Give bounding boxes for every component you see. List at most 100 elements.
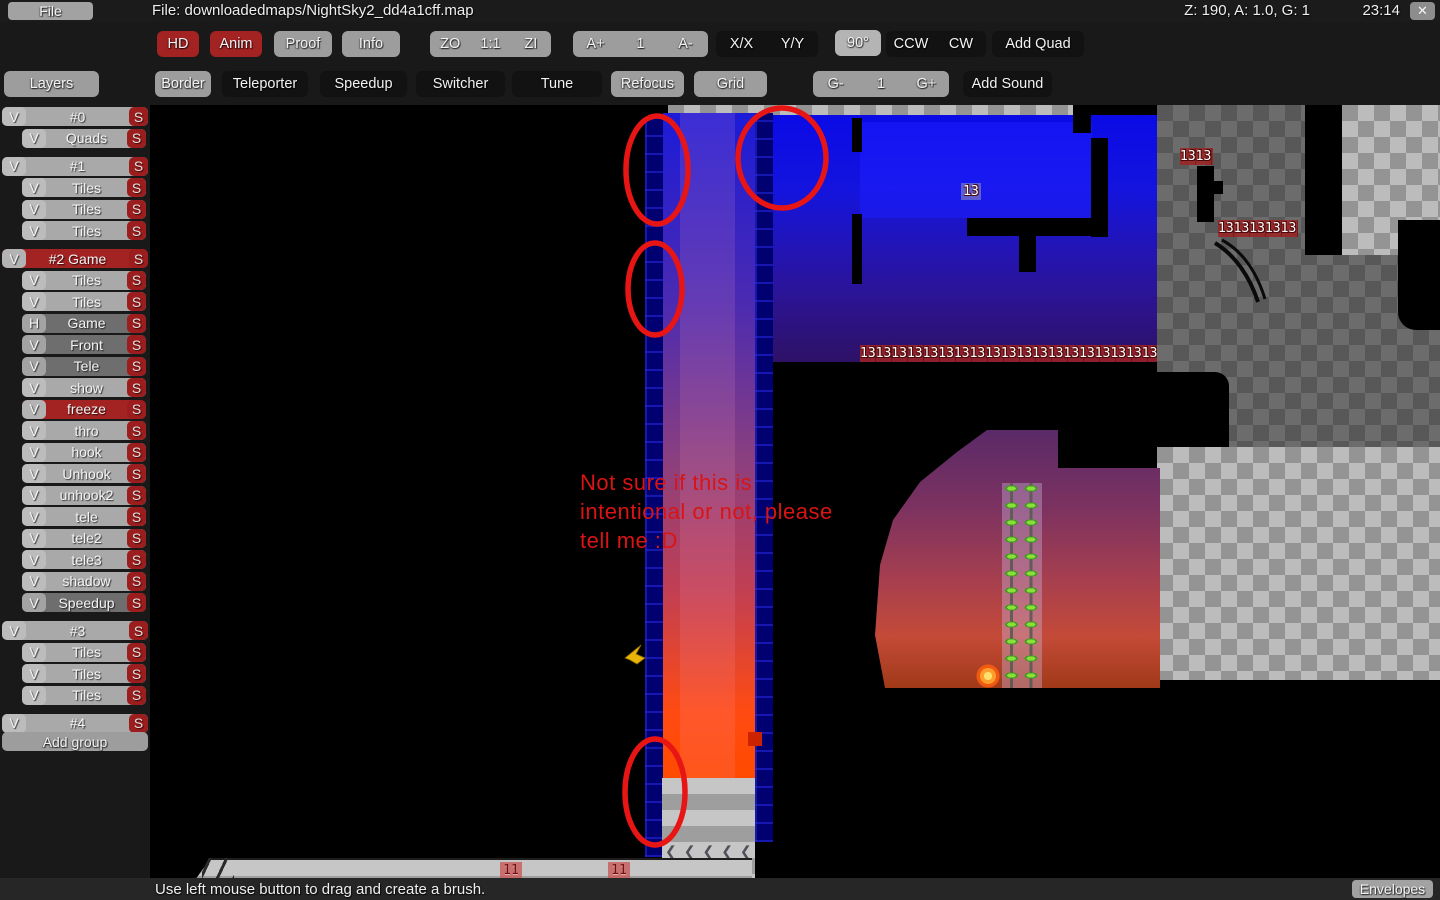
- layer-row-quads[interactable]: VQuadsS: [22, 129, 146, 148]
- speedup-button[interactable]: Speedup: [320, 71, 407, 97]
- add-sound-button[interactable]: Add Sound: [963, 71, 1052, 97]
- grid-minus-button[interactable]: G-: [813, 76, 858, 92]
- layer-row-tiles[interactable]: VTilesS: [22, 178, 146, 197]
- visibility-toggle[interactable]: V: [22, 357, 46, 376]
- layer-row-tiles[interactable]: VTilesS: [22, 643, 146, 662]
- map-canvas[interactable]: 13 1313131313131313131313131313131313131…: [150, 105, 1440, 878]
- layer-row--4[interactable]: V#4S: [2, 714, 148, 733]
- solo-badge[interactable]: S: [129, 157, 148, 176]
- layer-row-freeze[interactable]: VfreezeS: [22, 400, 146, 419]
- visibility-toggle[interactable]: V: [22, 572, 46, 591]
- visibility-toggle[interactable]: V: [22, 443, 46, 462]
- visibility-toggle[interactable]: V: [2, 621, 26, 640]
- solo-badge[interactable]: S: [127, 486, 146, 505]
- layer-row-front[interactable]: VFrontS: [22, 335, 146, 354]
- layer-row-tiles[interactable]: VTilesS: [22, 200, 146, 219]
- solo-badge[interactable]: S: [127, 529, 146, 548]
- visibility-toggle[interactable]: V: [22, 129, 46, 148]
- layer-row-hook[interactable]: VhookS: [22, 443, 146, 462]
- visibility-toggle[interactable]: V: [22, 421, 46, 440]
- hd-toggle-button[interactable]: HD: [157, 31, 199, 57]
- layer-row-thro[interactable]: VthroS: [22, 421, 146, 440]
- visibility-toggle[interactable]: V: [2, 249, 26, 268]
- close-editor-button[interactable]: ✕: [1410, 2, 1435, 20]
- switcher-button[interactable]: Switcher: [416, 71, 505, 97]
- rotate-amount-button[interactable]: 90°: [835, 30, 881, 56]
- solo-badge[interactable]: S: [129, 621, 148, 640]
- solo-badge[interactable]: S: [127, 357, 146, 376]
- solo-badge[interactable]: S: [129, 714, 148, 733]
- layer-row-tiles[interactable]: VTilesS: [22, 221, 146, 240]
- layer-row-show[interactable]: VshowS: [22, 378, 146, 397]
- info-button[interactable]: Info: [342, 31, 400, 57]
- visibility-toggle[interactable]: V: [2, 107, 26, 126]
- solo-badge[interactable]: S: [127, 129, 146, 148]
- solo-badge[interactable]: S: [127, 421, 146, 440]
- anim-speed-minus-button[interactable]: A-: [663, 36, 708, 52]
- solo-badge[interactable]: S: [127, 643, 146, 662]
- visibility-toggle[interactable]: V: [22, 400, 46, 419]
- layer-row-speedup[interactable]: VSpeedupS: [22, 593, 146, 612]
- solo-badge[interactable]: S: [127, 550, 146, 569]
- visibility-toggle[interactable]: V: [22, 529, 46, 548]
- visibility-toggle[interactable]: V: [22, 378, 46, 397]
- layer-row-tiles[interactable]: VTilesS: [22, 664, 146, 683]
- visibility-toggle-hidden[interactable]: H: [22, 314, 46, 333]
- layer-row-shadow[interactable]: VshadowS: [22, 572, 146, 591]
- solo-badge[interactable]: S: [127, 221, 146, 240]
- anim-speed-plus-button[interactable]: A+: [573, 36, 618, 52]
- visibility-toggle[interactable]: V: [22, 486, 46, 505]
- solo-badge[interactable]: S: [127, 464, 146, 483]
- visibility-toggle[interactable]: V: [2, 157, 26, 176]
- solo-badge[interactable]: S: [127, 400, 146, 419]
- visibility-toggle[interactable]: V: [22, 271, 46, 290]
- tune-button[interactable]: Tune: [512, 71, 602, 97]
- solo-badge[interactable]: S: [129, 107, 148, 126]
- flip-y-button[interactable]: Y/Y: [767, 36, 818, 52]
- solo-badge[interactable]: S: [127, 593, 146, 612]
- visibility-toggle[interactable]: V: [22, 507, 46, 526]
- border-button[interactable]: Border: [155, 71, 211, 97]
- solo-badge[interactable]: S: [127, 664, 146, 683]
- layers-panel-button[interactable]: Layers: [4, 71, 99, 97]
- rotate-ccw-button[interactable]: CCW: [886, 36, 936, 52]
- solo-badge[interactable]: S: [127, 314, 146, 333]
- visibility-toggle[interactable]: V: [22, 593, 46, 612]
- layer-row--0[interactable]: V#0S: [2, 107, 148, 126]
- solo-badge[interactable]: S: [127, 686, 146, 705]
- solo-badge[interactable]: S: [127, 507, 146, 526]
- zoom-in-button[interactable]: ZI: [511, 36, 551, 52]
- layer-row-tele[interactable]: VTeleS: [22, 357, 146, 376]
- layer-row--3[interactable]: V#3S: [2, 621, 148, 640]
- visibility-toggle[interactable]: V: [22, 686, 46, 705]
- flip-x-button[interactable]: X/X: [716, 36, 767, 52]
- layer-row-tiles[interactable]: VTilesS: [22, 271, 146, 290]
- visibility-toggle[interactable]: V: [22, 221, 46, 240]
- solo-badge[interactable]: S: [127, 572, 146, 591]
- solo-badge[interactable]: S: [127, 335, 146, 354]
- solo-badge[interactable]: S: [127, 271, 146, 290]
- envelopes-button[interactable]: Envelopes: [1352, 880, 1433, 898]
- grid-button[interactable]: Grid: [694, 71, 767, 97]
- layer-row-tele2[interactable]: Vtele2S: [22, 529, 146, 548]
- visibility-toggle[interactable]: V: [22, 178, 46, 197]
- layer-row-unhook2[interactable]: Vunhook2S: [22, 486, 146, 505]
- grid-plus-button[interactable]: G+: [904, 76, 949, 92]
- visibility-toggle[interactable]: V: [22, 464, 46, 483]
- teleporter-button[interactable]: Teleporter: [222, 71, 308, 97]
- visibility-toggle[interactable]: V: [22, 664, 46, 683]
- solo-badge[interactable]: S: [127, 443, 146, 462]
- refocus-button[interactable]: Refocus: [611, 71, 684, 97]
- visibility-toggle[interactable]: V: [22, 292, 46, 311]
- zoom-out-button[interactable]: ZO: [430, 36, 470, 52]
- layer-row-game[interactable]: HGameS: [22, 314, 146, 333]
- solo-badge[interactable]: S: [129, 249, 148, 268]
- solo-badge[interactable]: S: [127, 292, 146, 311]
- add-quad-button[interactable]: Add Quad: [992, 31, 1084, 57]
- visibility-toggle[interactable]: V: [22, 643, 46, 662]
- zoom-reset-button[interactable]: 1:1: [470, 36, 510, 52]
- layer-row-unhook[interactable]: VUnhookS: [22, 464, 146, 483]
- layer-row-tiles[interactable]: VTilesS: [22, 292, 146, 311]
- layer-row--1[interactable]: V#1S: [2, 157, 148, 176]
- visibility-toggle[interactable]: V: [2, 714, 26, 733]
